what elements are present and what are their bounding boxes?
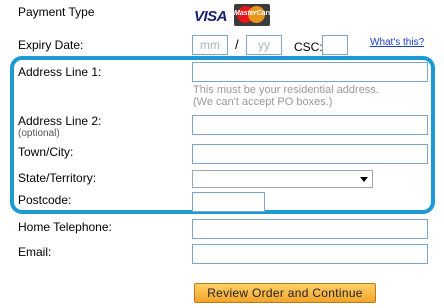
mastercard-icon: MasterCard xyxy=(234,4,270,26)
expiry-date-label: Expiry Date: xyxy=(18,38,84,52)
address-hint-line-2: (We can't accept PO boxes.) xyxy=(193,96,333,108)
address-line-2-label: Address Line 2: xyxy=(18,114,102,128)
address-line-2-input[interactable] xyxy=(192,115,428,135)
address-line-2-optional-note: (optional) xyxy=(18,128,60,139)
email-label: Email: xyxy=(18,245,52,259)
visa-icon: VISA xyxy=(194,8,228,25)
postcode-label: Postcode: xyxy=(18,193,72,207)
expiry-month-input[interactable] xyxy=(192,35,228,55)
mastercard-icon-text: MasterCard xyxy=(234,10,270,17)
postcode-input[interactable] xyxy=(192,192,265,212)
expiry-year-input[interactable] xyxy=(246,35,282,55)
state-territory-select[interactable] xyxy=(192,170,373,188)
csc-label: CSC: xyxy=(294,40,323,54)
payment-type-label: Payment Type xyxy=(18,5,95,19)
home-telephone-input[interactable] xyxy=(192,219,428,239)
chevron-down-icon xyxy=(360,177,368,182)
expiry-separator: / xyxy=(235,37,239,52)
state-territory-label: State/Territory: xyxy=(18,171,97,185)
home-telephone-label: Home Telephone: xyxy=(18,220,112,234)
address-line-1-input[interactable] xyxy=(192,62,428,82)
whats-this-link[interactable]: What's this? xyxy=(370,37,424,48)
csc-input[interactable] xyxy=(322,35,348,55)
town-city-label: Town/City: xyxy=(18,145,74,159)
town-city-input[interactable] xyxy=(192,144,428,164)
address-line-1-label: Address Line 1: xyxy=(18,65,102,79)
review-order-continue-button[interactable]: Review Order and Continue xyxy=(194,283,376,303)
email-input[interactable] xyxy=(192,244,428,264)
